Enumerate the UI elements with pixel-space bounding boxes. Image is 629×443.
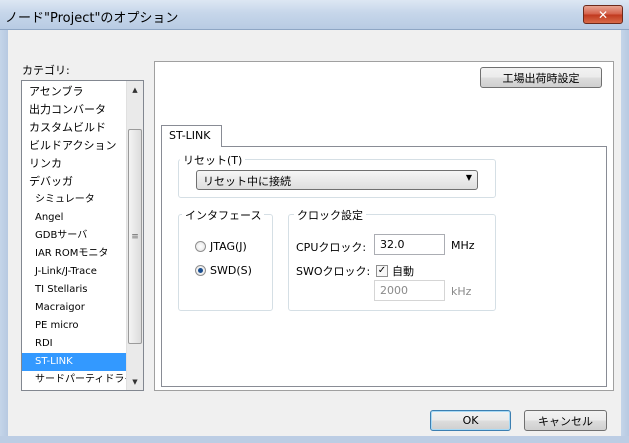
radio-swd-label: SWD(S) bbox=[210, 264, 252, 277]
radio-button[interactable] bbox=[195, 241, 206, 252]
scroll-thumb[interactable]: ≡ bbox=[128, 129, 142, 344]
category-item[interactable]: 出力コンバータ bbox=[22, 101, 126, 119]
category-item[interactable]: ビルドアクション bbox=[22, 137, 126, 155]
category-item[interactable]: シミュレータ bbox=[22, 191, 126, 209]
interface-groupbox bbox=[178, 214, 273, 311]
swo-clock-unit: kHz bbox=[451, 285, 472, 298]
swo-clock-input: 2000 bbox=[374, 280, 445, 301]
checkmark-icon: ✓ bbox=[377, 265, 387, 276]
interface-caption: インタフェース bbox=[182, 207, 265, 223]
category-item[interactable]: RDI bbox=[22, 335, 126, 353]
category-item[interactable]: Angel bbox=[22, 209, 126, 227]
auto-checkbox-row[interactable]: ✓ 自動 bbox=[376, 263, 414, 279]
scroll-up-icon[interactable]: ▲ bbox=[127, 81, 143, 98]
category-item[interactable]: IAR ROMモニタ bbox=[22, 245, 126, 263]
category-item[interactable]: J-Link/J-Trace bbox=[22, 263, 126, 281]
cancel-button[interactable]: キャンセル bbox=[524, 410, 607, 431]
window-title: ノード"Project"のオプション bbox=[5, 11, 179, 26]
tab-st-link[interactable]: ST-LINK bbox=[161, 125, 222, 147]
auto-checkbox[interactable]: ✓ bbox=[376, 265, 388, 277]
category-label: カテゴリ: bbox=[22, 64, 70, 77]
close-button[interactable]: ✕ bbox=[583, 5, 623, 24]
cpu-clock-label: CPUクロック: bbox=[296, 241, 367, 254]
category-item[interactable]: デバッガ bbox=[22, 173, 126, 191]
category-item[interactable]: Macraigor bbox=[22, 299, 126, 317]
category-item[interactable]: サードパーティドライ bbox=[22, 371, 126, 389]
category-item[interactable]: TI Stellaris bbox=[22, 281, 126, 299]
category-item[interactable]: アセンブラ bbox=[22, 83, 126, 101]
category-item[interactable]: リンカ bbox=[22, 155, 126, 173]
auto-label: 自動 bbox=[392, 265, 414, 278]
category-scrollbar[interactable]: ▲ ≡ ▼ bbox=[126, 81, 143, 390]
cpu-clock-input[interactable]: 32.0 bbox=[374, 234, 445, 255]
scroll-down-icon[interactable]: ▼ bbox=[127, 373, 143, 390]
radio-jtag[interactable]: JTAG(J) bbox=[195, 240, 247, 253]
reset-dropdown-value: リセット中に接続 bbox=[203, 175, 291, 188]
reset-caption: リセット(T) bbox=[180, 152, 246, 168]
reset-dropdown[interactable]: リセット中に接続 ▼ bbox=[196, 170, 478, 190]
category-item[interactable]: GDBサーバ bbox=[22, 227, 126, 245]
title-bar[interactable]: ノード"Project"のオプション ✕ bbox=[0, 0, 629, 30]
close-icon: ✕ bbox=[597, 7, 609, 22]
cpu-clock-unit: MHz bbox=[451, 239, 475, 252]
category-items: アセンブラ 出力コンバータ カスタムビルド ビルドアクション リンカ デバッガ シミュレータ… bbox=[22, 83, 126, 389]
factory-settings-button[interactable]: 工場出荷時設定 bbox=[480, 67, 602, 88]
clock-caption: クロック設定 bbox=[294, 207, 366, 223]
category-item[interactable]: ST-LINK bbox=[22, 353, 126, 371]
window-frame-right bbox=[621, 30, 629, 443]
radio-button[interactable] bbox=[195, 265, 206, 276]
window-frame-left bbox=[0, 30, 8, 443]
category-item[interactable]: カスタムビルド bbox=[22, 119, 126, 137]
ok-button[interactable]: OK bbox=[430, 410, 511, 431]
category-item[interactable]: PE micro bbox=[22, 317, 126, 335]
chevron-down-icon: ▼ bbox=[465, 173, 472, 182]
radio-swd[interactable]: SWD(S) bbox=[195, 264, 252, 277]
radio-jtag-label: JTAG(J) bbox=[210, 240, 247, 253]
category-list[interactable]: アセンブラ 出力コンバータ カスタムビルド ビルドアクション リンカ デバッガ シミュレータ… bbox=[21, 80, 144, 391]
swo-clock-label: SWOクロック: bbox=[296, 265, 371, 278]
scroll-grip-icon: ≡ bbox=[131, 231, 139, 242]
window-frame-bottom bbox=[0, 436, 629, 443]
